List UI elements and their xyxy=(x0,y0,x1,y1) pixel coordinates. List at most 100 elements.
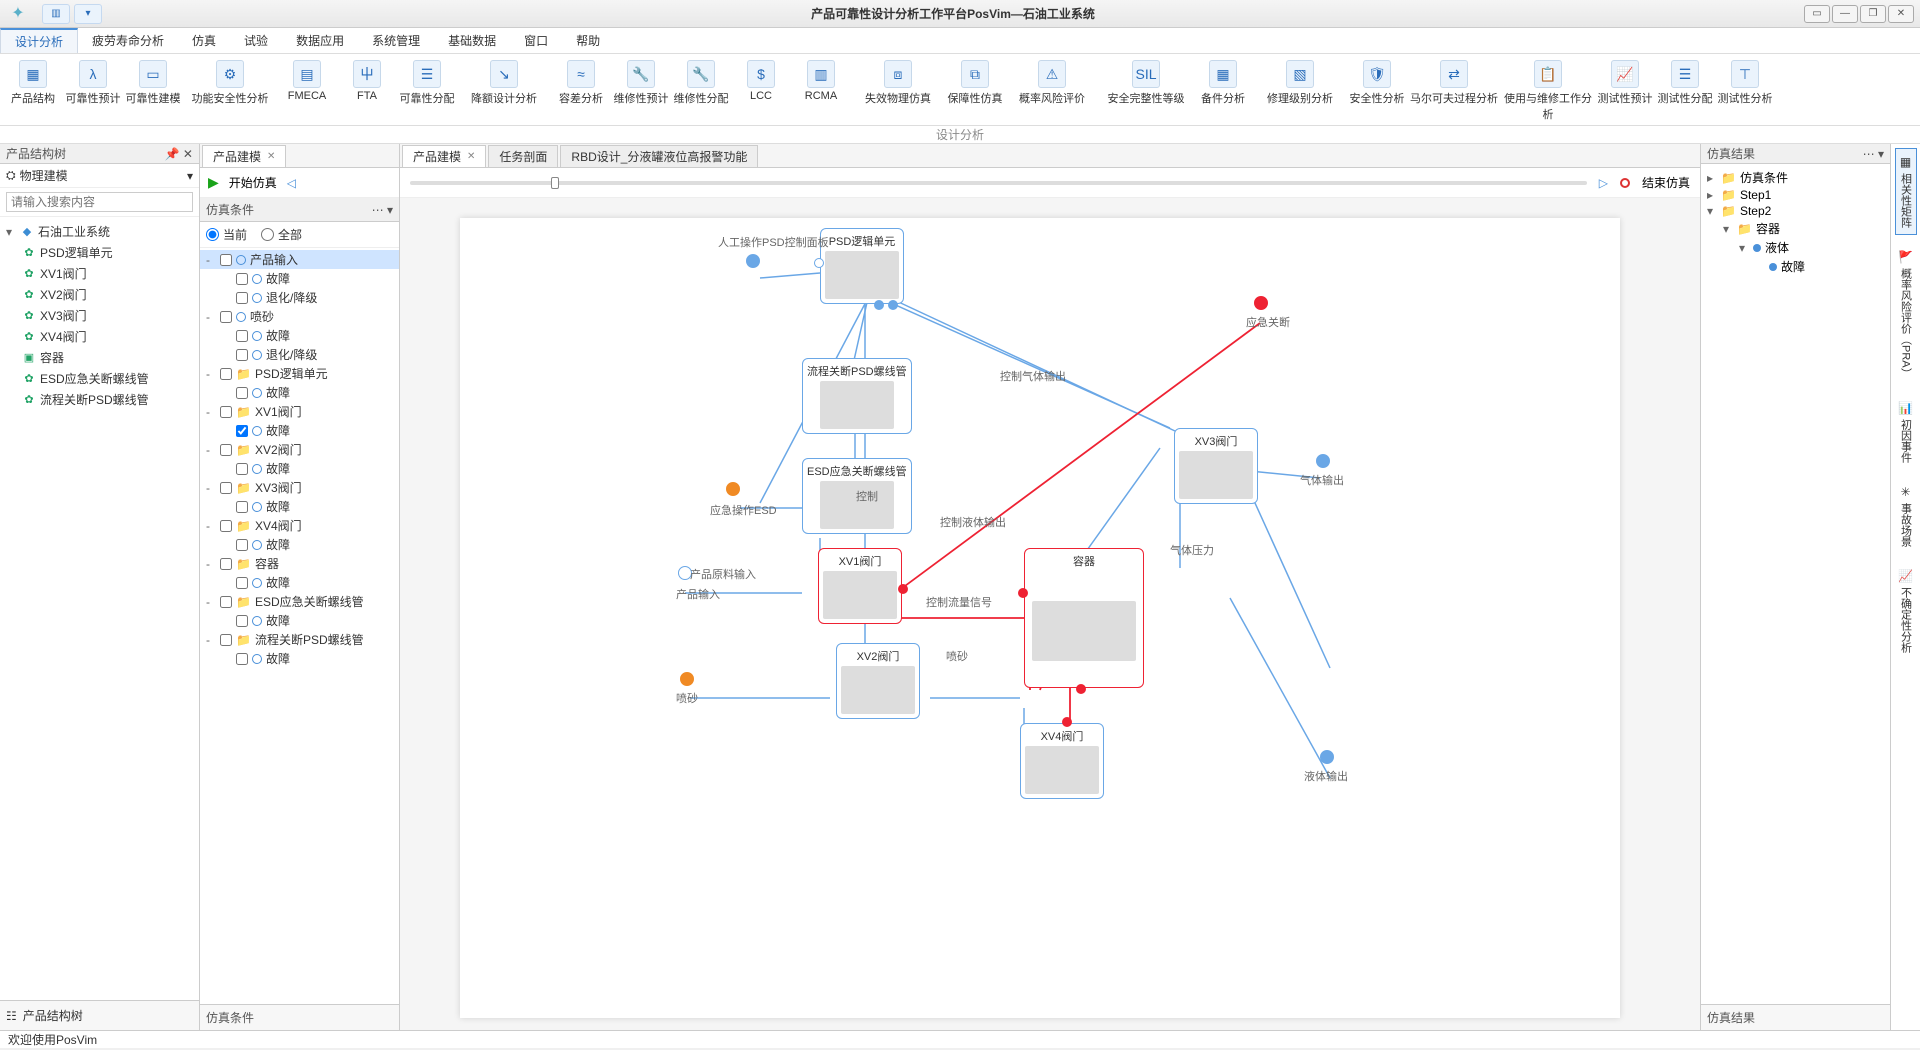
ribbon-button[interactable]: SIL安全完整性等级 xyxy=(1100,58,1192,124)
cond-checkbox[interactable] xyxy=(236,425,248,437)
doc-tab[interactable]: 产品建模✕ xyxy=(402,145,486,167)
tree-item[interactable]: ✿XV4阀门 xyxy=(0,326,199,347)
end-sim-icon[interactable] xyxy=(1620,178,1630,188)
node-psdline[interactable]: 流程关断PSD螺线管 xyxy=(802,358,912,434)
result-tree-item[interactable]: ▾📁Step2 xyxy=(1701,203,1890,219)
cond-tree-item[interactable]: -产品输入 xyxy=(200,250,399,269)
cond-tree-item[interactable]: 故障 xyxy=(200,269,399,288)
panel-pin-icon[interactable]: ⋯ ▾ xyxy=(1863,147,1884,161)
cond-tree-item[interactable]: -📁ESD应急关断螺线管 xyxy=(200,592,399,611)
cond-checkbox[interactable] xyxy=(236,349,248,361)
ribbon-button[interactable]: 🔧维修性预计 xyxy=(612,58,670,124)
cond-tree-item[interactable]: 故障 xyxy=(200,611,399,630)
cond-checkbox[interactable] xyxy=(220,596,232,608)
product-tree-search-input[interactable] xyxy=(6,192,193,212)
port-liqout[interactable] xyxy=(1320,750,1334,764)
cond-tree-item[interactable]: -📁XV1阀门 xyxy=(200,402,399,421)
reading-layout-button[interactable]: ▭ xyxy=(1804,5,1830,23)
tab-close-icon[interactable]: ✕ xyxy=(267,151,275,162)
maximize-button[interactable]: ❐ xyxy=(1860,5,1886,23)
node-psd[interactable]: PSD逻辑单元 xyxy=(820,228,904,304)
port-esdop[interactable] xyxy=(726,482,740,496)
tree-item[interactable]: ✿XV3阀门 xyxy=(0,305,199,326)
cond-checkbox[interactable] xyxy=(220,520,232,532)
port-emergency[interactable] xyxy=(1254,296,1268,310)
tree-root[interactable]: ▾◆石油工业系统 xyxy=(0,221,199,242)
ribbon-button[interactable]: 📋使用与维修工作分析 xyxy=(1502,58,1594,124)
start-sim-icon[interactable]: ▶ xyxy=(208,174,219,191)
node-xv2[interactable]: XV2阀门 xyxy=(836,643,920,719)
cond-tree-item[interactable]: 退化/降级 xyxy=(200,288,399,307)
ribbon-button[interactable]: ⚙功能安全性分析 xyxy=(184,58,276,124)
ribbon-button[interactable]: ▦产品结构 xyxy=(4,58,62,124)
ribbon-button[interactable]: ☰可靠性分配 xyxy=(398,58,456,124)
tree-item[interactable]: ✿XV1阀门 xyxy=(0,263,199,284)
cond-checkbox[interactable] xyxy=(220,406,232,418)
cond-checkbox[interactable] xyxy=(236,387,248,399)
cond-checkbox[interactable] xyxy=(236,292,248,304)
menu-tab[interactable]: 系统管理 xyxy=(358,28,434,53)
cond-tree-item[interactable]: -📁XV2阀门 xyxy=(200,440,399,459)
result-tree-item[interactable]: ▾液体 xyxy=(1701,238,1890,257)
sim-conditions-menu-icon[interactable]: ⋯ ▾ xyxy=(372,203,393,217)
model-mode-dropdown-icon[interactable]: ▾ xyxy=(187,169,193,183)
qat-dropdown[interactable]: ▾ xyxy=(74,4,102,24)
cond-tree-item[interactable]: 故障 xyxy=(200,573,399,592)
close-button[interactable]: ✕ xyxy=(1888,5,1914,23)
tree-item[interactable]: ✿ESD应急关断螺线管 xyxy=(0,368,199,389)
filter-all[interactable]: 全部 xyxy=(261,226,302,243)
tree-item[interactable]: ✿流程关断PSD螺线管 xyxy=(0,389,199,410)
cond-tree-item[interactable]: 故障 xyxy=(200,421,399,440)
cond-tree-item[interactable]: -📁XV3阀门 xyxy=(200,478,399,497)
side-tab[interactable]: ▦相关性矩阵 xyxy=(1895,148,1917,235)
result-tree-item[interactable]: ▸📁仿真条件 xyxy=(1701,168,1890,187)
ribbon-button[interactable]: $LCC xyxy=(732,58,790,124)
ribbon-button[interactable]: 📈测试性预计 xyxy=(1596,58,1654,124)
cond-tree-item[interactable]: 故障 xyxy=(200,497,399,516)
side-tab[interactable]: 🚩概率风险评价（PRA） xyxy=(1895,243,1917,386)
minimize-button[interactable]: — xyxy=(1832,5,1858,23)
ribbon-button[interactable]: ⚠概率风险评价 xyxy=(1006,58,1098,124)
menu-tab[interactable]: 疲劳寿命分析 xyxy=(78,28,178,53)
cond-tree-item[interactable]: 故障 xyxy=(200,649,399,668)
cond-checkbox[interactable] xyxy=(236,463,248,475)
ribbon-button[interactable]: ⇄马尔可夫过程分析 xyxy=(1408,58,1500,124)
side-tab[interactable]: 📈不确定性分析 xyxy=(1895,562,1917,660)
result-tree-item[interactable]: ▸📁Step1 xyxy=(1701,187,1890,203)
cond-checkbox[interactable] xyxy=(236,330,248,342)
doc-tab[interactable]: 任务剖面 xyxy=(488,145,558,167)
cond-tree-item[interactable]: 故障 xyxy=(200,383,399,402)
sim-timeline-slider[interactable] xyxy=(410,181,1587,185)
ribbon-button[interactable]: 🔧维修性分配 xyxy=(672,58,730,124)
diagram-canvas-area[interactable]: 产品建模✕任务剖面RBD设计_分液罐液位高报警功能 ▷ 结束仿真 xyxy=(400,144,1700,1030)
cond-checkbox[interactable] xyxy=(236,653,248,665)
cond-checkbox[interactable] xyxy=(236,615,248,627)
ribbon-button[interactable]: ▥RCMA xyxy=(792,58,850,124)
qat-button[interactable]: ▥ xyxy=(42,4,70,24)
cond-checkbox[interactable] xyxy=(236,577,248,589)
cond-checkbox[interactable] xyxy=(236,539,248,551)
port-panel[interactable] xyxy=(746,254,760,268)
menu-tab[interactable]: 设计分析 xyxy=(0,28,78,53)
ribbon-button[interactable]: ▭可靠性建模 xyxy=(124,58,182,124)
cond-checkbox[interactable] xyxy=(220,311,232,323)
step-back-icon[interactable]: ◁ xyxy=(287,176,296,190)
side-tab[interactable]: 📊初因事件 xyxy=(1895,394,1917,470)
cond-tree-item[interactable]: -喷砂 xyxy=(200,307,399,326)
tree-item[interactable]: ✿XV2阀门 xyxy=(0,284,199,305)
panel-pin-icon[interactable]: 📌 ✕ xyxy=(165,147,193,161)
tab-close-icon[interactable]: ✕ xyxy=(467,151,475,162)
tree-item[interactable]: ✿PSD逻辑单元 xyxy=(0,242,199,263)
cond-checkbox[interactable] xyxy=(220,482,232,494)
ribbon-button[interactable]: 🛡安全性分析 xyxy=(1348,58,1406,124)
result-tree-item[interactable]: 故障 xyxy=(1701,257,1890,276)
filter-current[interactable]: 当前 xyxy=(206,226,247,243)
node-xv4[interactable]: XV4阀门 xyxy=(1020,723,1104,799)
menu-tab[interactable]: 窗口 xyxy=(510,28,562,53)
step-forward-icon[interactable]: ▷ xyxy=(1599,176,1608,190)
ribbon-button[interactable]: ⼬FTA xyxy=(338,58,396,124)
ribbon-button[interactable]: ☰测试性分配 xyxy=(1656,58,1714,124)
menu-tab[interactable]: 基础数据 xyxy=(434,28,510,53)
ribbon-button[interactable]: ↘降额设计分析 xyxy=(458,58,550,124)
ribbon-button[interactable]: ▤FMECA xyxy=(278,58,336,124)
